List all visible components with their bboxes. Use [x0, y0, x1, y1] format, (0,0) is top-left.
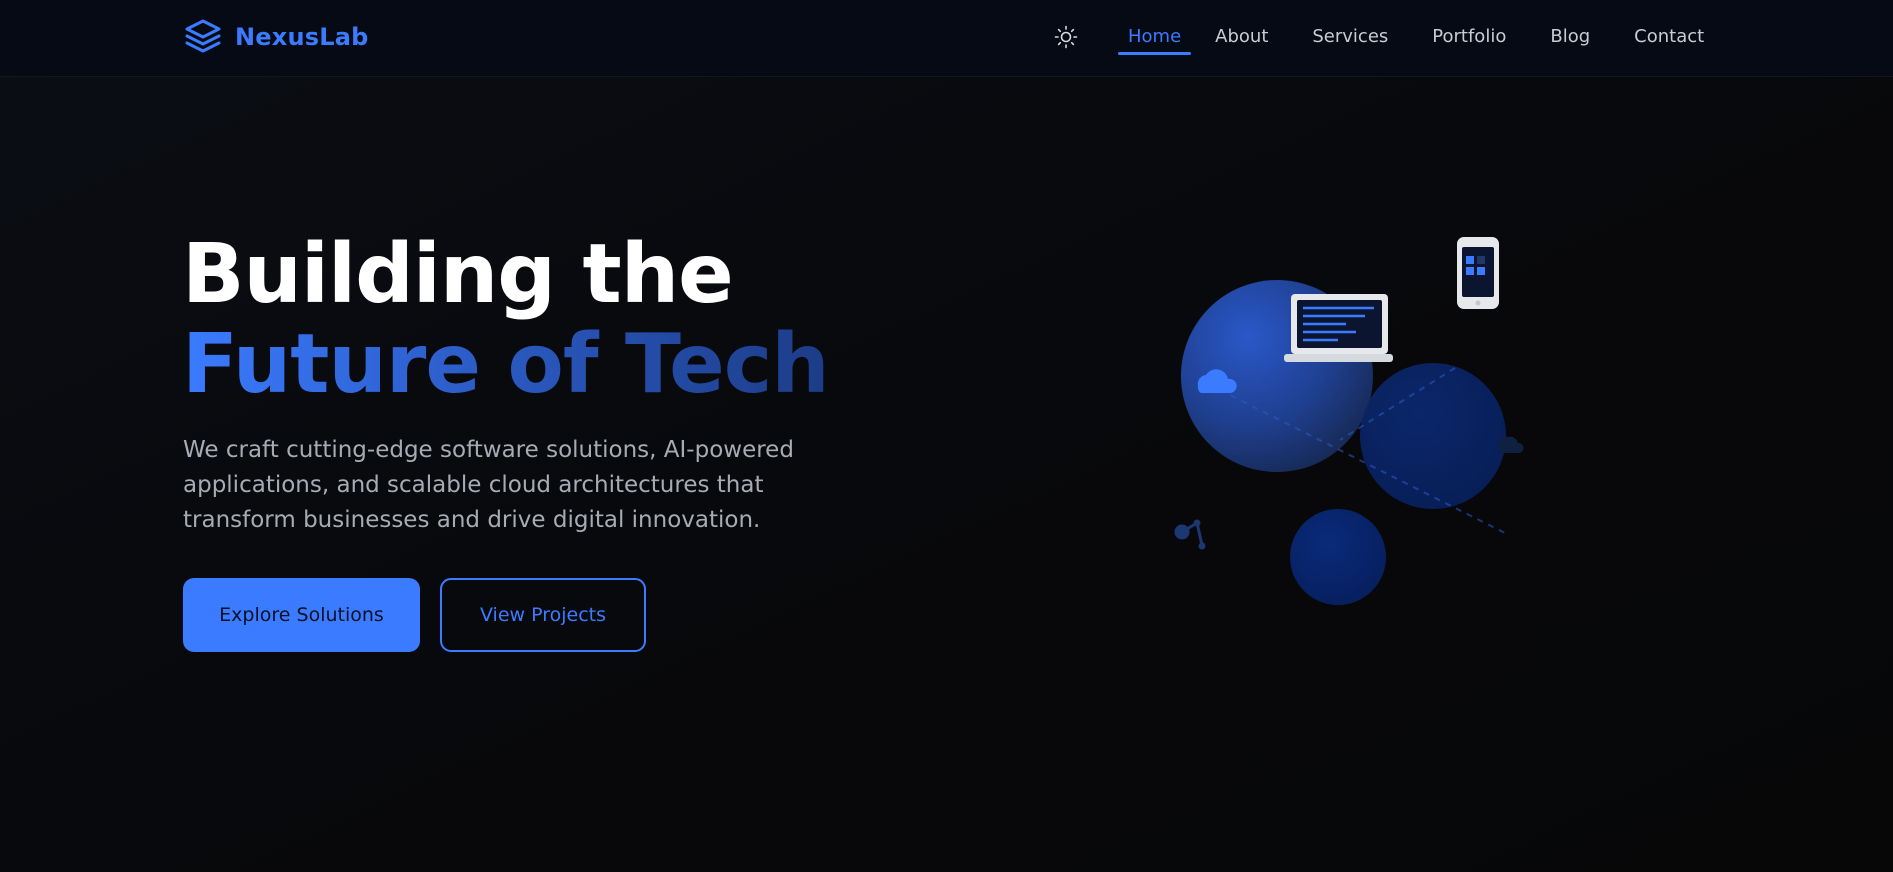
hero-title-line2: Future of Tech — [182, 317, 830, 412]
nav-link-home[interactable]: Home — [1118, 24, 1192, 55]
brand-logo-link[interactable]: NexusLab — [183, 17, 368, 57]
nav-link-blog[interactable]: Blog — [1540, 24, 1600, 55]
hero-description: We craft cutting-edge software solutions… — [183, 437, 794, 533]
laptop-icon — [1284, 294, 1393, 362]
page: NexusLab Home About Services Portfolio B… — [0, 0, 1893, 872]
small-circle — [1290, 509, 1386, 605]
layers-icon — [185, 19, 221, 53]
nav-link-services[interactable]: Services — [1302, 24, 1398, 55]
nav-link-contact[interactable]: Contact — [1624, 24, 1714, 55]
robot-arm-icon — [1174, 519, 1206, 550]
navbar: NexusLab Home About Services Portfolio B… — [0, 0, 1893, 77]
brand-name: NexusLab — [235, 23, 369, 51]
hero-title: Building the Future of Tech — [182, 227, 830, 412]
medium-circle — [1360, 363, 1506, 509]
view-projects-button[interactable]: View Projects — [440, 578, 646, 652]
main-nav: Home About Services Portfolio Blog Conta… — [1118, 24, 1714, 55]
faint-cloud-icon — [1499, 436, 1524, 453]
smartphone-icon — [1457, 237, 1499, 309]
explore-solutions-button[interactable]: Explore Solutions — [183, 578, 420, 652]
hero-title-line1: Building the — [182, 227, 734, 322]
hero-illustration — [1160, 225, 1560, 625]
sun-icon[interactable] — [1054, 25, 1078, 49]
nav-link-portfolio[interactable]: Portfolio — [1422, 24, 1516, 55]
nav-link-about[interactable]: About — [1205, 24, 1278, 55]
